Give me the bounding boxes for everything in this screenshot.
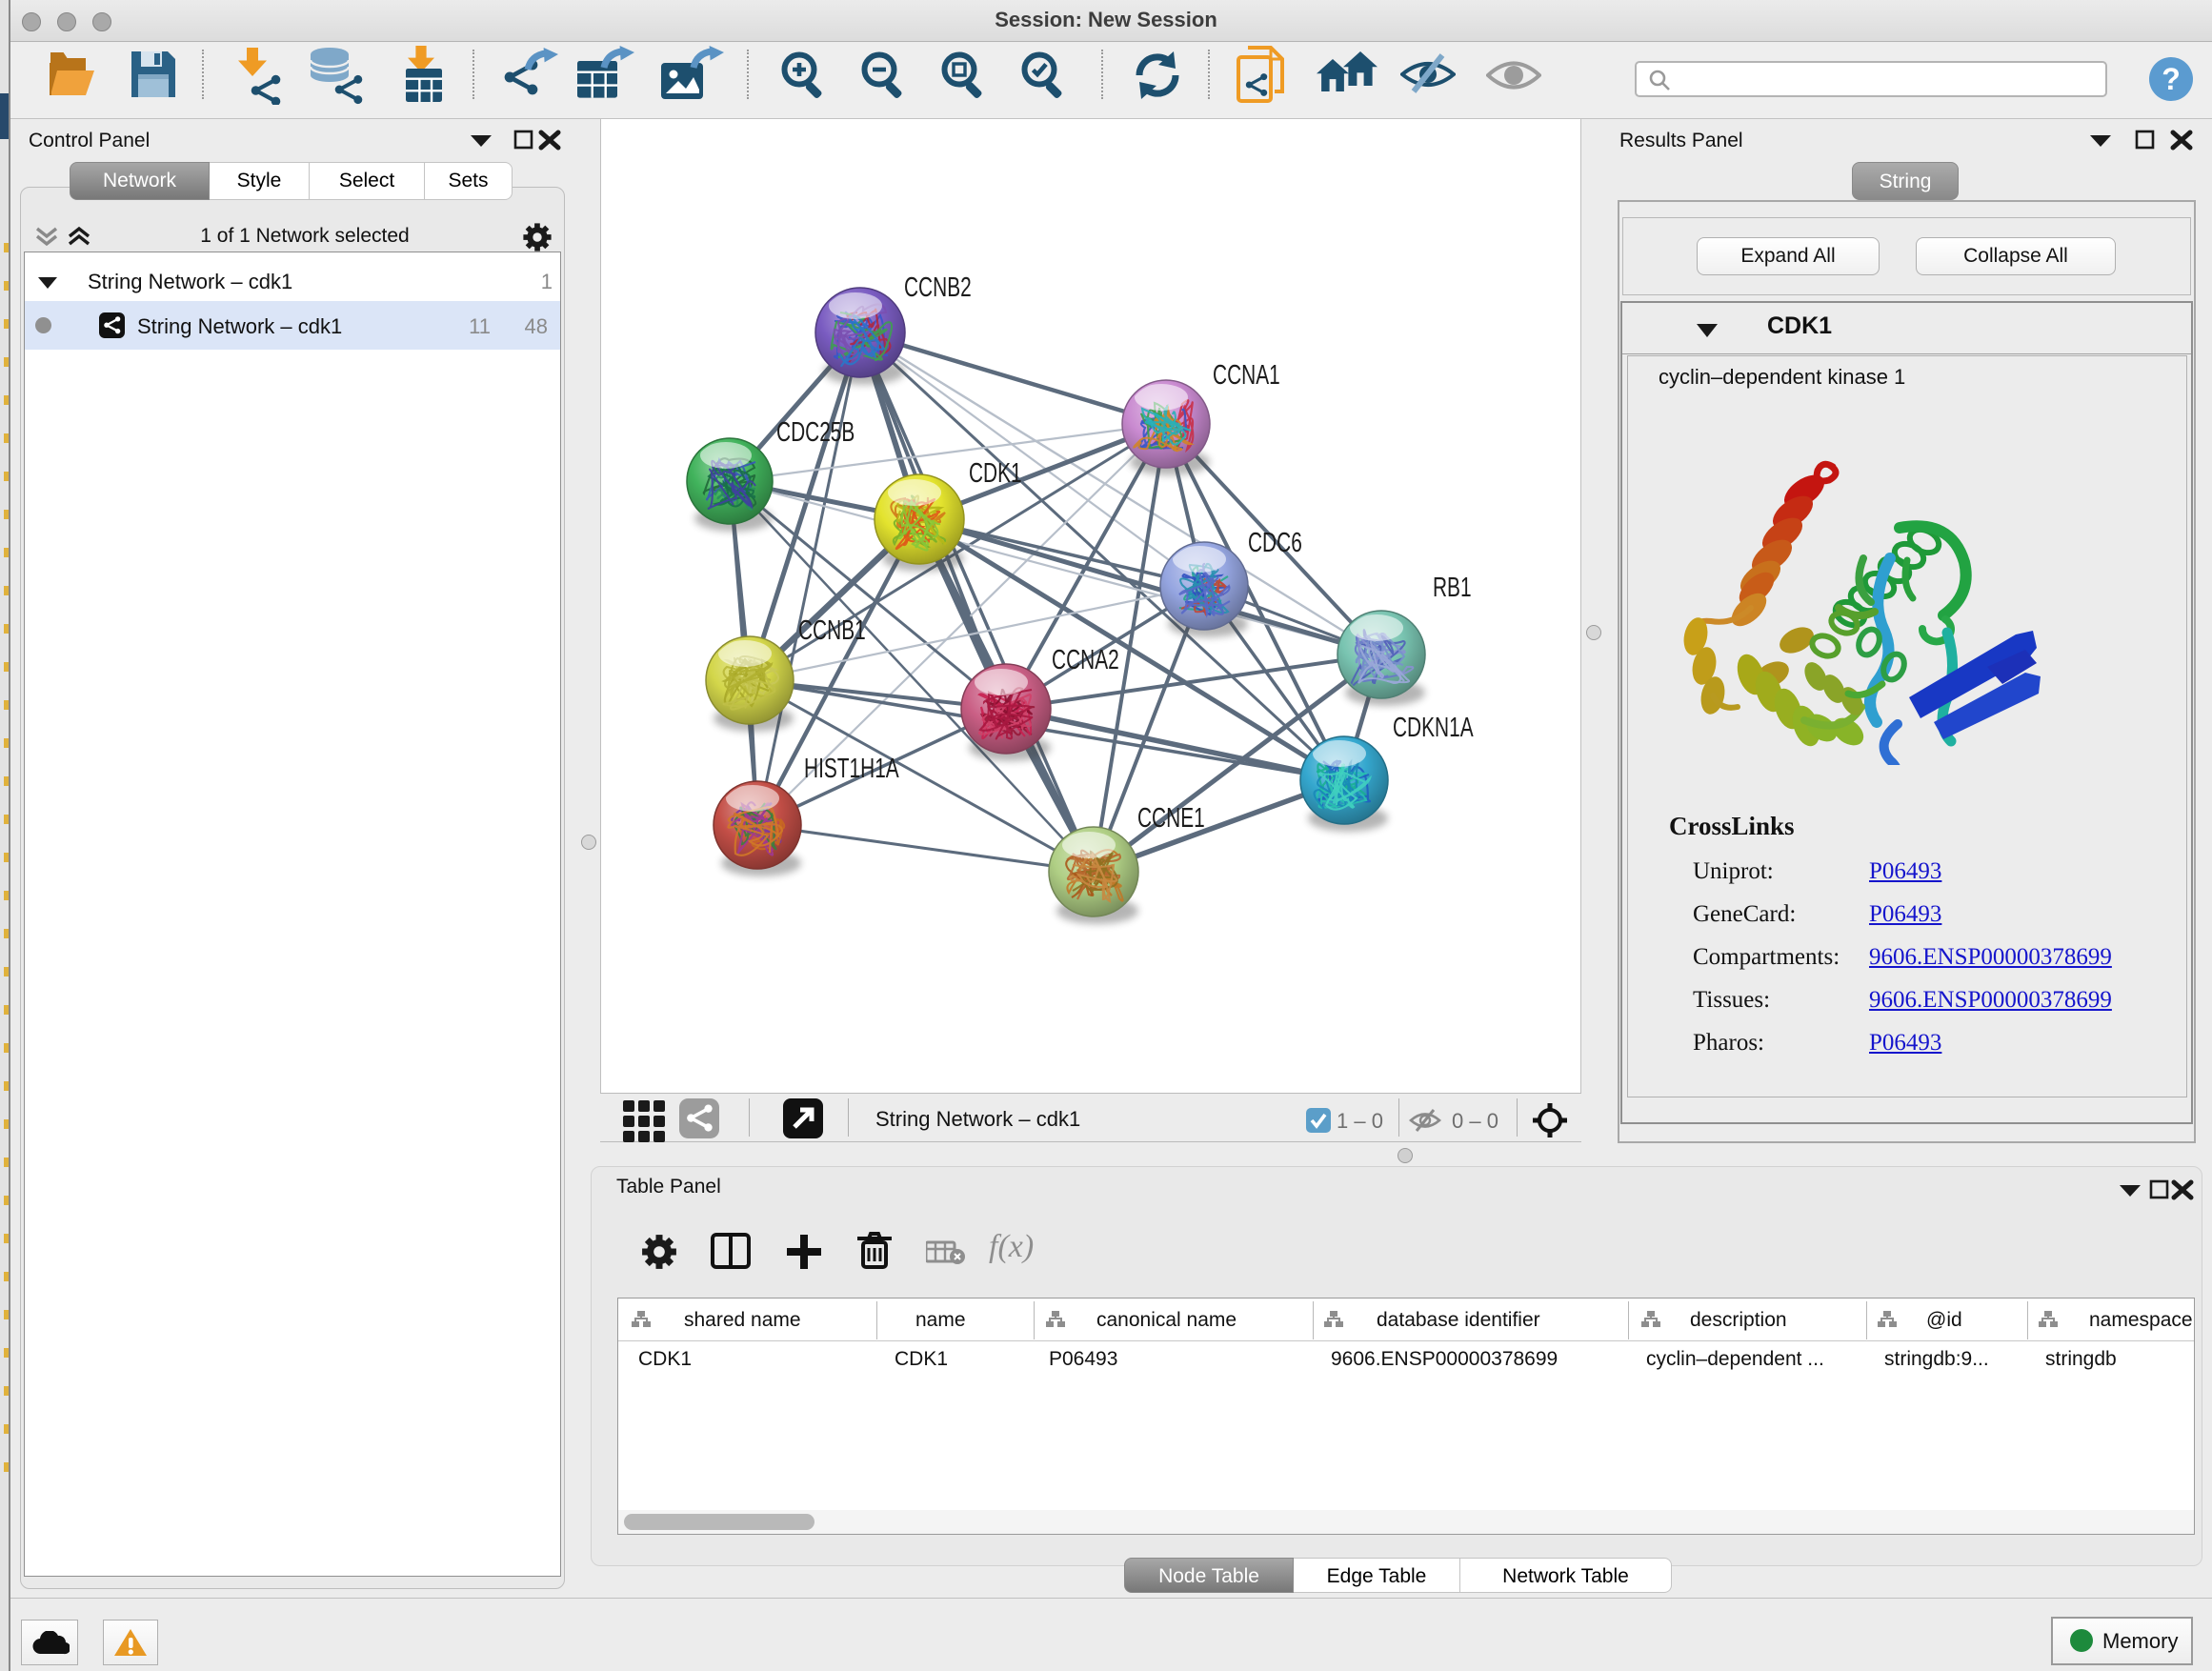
svg-text:CCNB1: CCNB1 (798, 615, 866, 646)
svg-text:CDC6: CDC6 (1248, 528, 1302, 558)
svg-text:CDC25B: CDC25B (776, 417, 855, 448)
svg-text:CDKN1A: CDKN1A (1393, 713, 1474, 743)
svg-text:CDK1: CDK1 (969, 458, 1022, 489)
svg-text:CCNA2: CCNA2 (1052, 645, 1119, 675)
svg-text:CCNB2: CCNB2 (904, 272, 972, 303)
svg-text:RB1: RB1 (1433, 573, 1472, 603)
svg-text:CCNA1: CCNA1 (1213, 360, 1280, 391)
svg-text:CCNE1: CCNE1 (1137, 803, 1205, 834)
svg-text:HIST1H1A: HIST1H1A (804, 754, 899, 784)
